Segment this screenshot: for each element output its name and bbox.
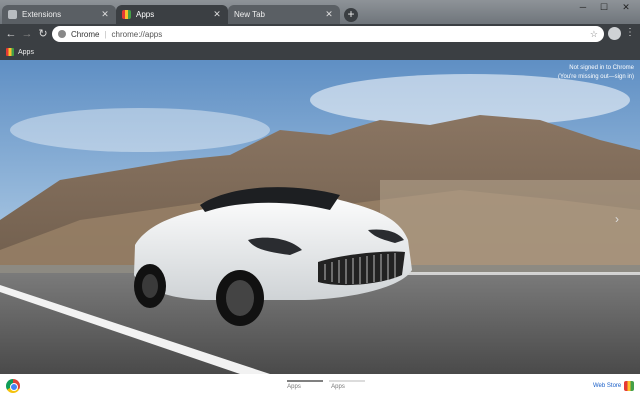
reload-button[interactable]: ↻ [36, 27, 50, 41]
chrome-site-icon [58, 30, 66, 38]
close-icon[interactable]: ✕ [324, 9, 334, 20]
signin-notice[interactable]: Not signed in to Chrome (You're missing … [558, 64, 634, 82]
bookmarks-bar: Apps [0, 44, 640, 60]
bookmark-apps[interactable]: Apps [18, 49, 34, 56]
url-text: chrome://apps [111, 29, 163, 39]
maximize-button[interactable]: ☐ [594, 0, 614, 14]
close-window-button[interactable]: ✕ [616, 0, 636, 14]
puzzle-icon [8, 10, 17, 19]
close-icon[interactable]: ✕ [100, 9, 110, 20]
tab-label: Extensions [22, 10, 62, 19]
site-label: Chrome [71, 29, 100, 39]
back-button[interactable]: ← [4, 27, 18, 41]
page-indicator-active[interactable] [287, 380, 323, 382]
chrome-logo-icon [6, 379, 20, 393]
minimize-button[interactable]: ─ [573, 0, 593, 14]
new-tab-button[interactable]: + [344, 8, 358, 22]
apps-icon [6, 48, 14, 56]
web-store-link[interactable]: Web Store [593, 383, 621, 389]
apps-page: Not signed in to Chrome (You're missing … [0, 60, 640, 374]
tab-extensions[interactable]: Extensions ✕ [2, 5, 116, 24]
tab-label: Apps [136, 10, 155, 19]
divider: | [104, 29, 107, 39]
page-label[interactable]: Apps [320, 384, 356, 390]
tab-apps[interactable]: Apps ✕ [116, 5, 228, 24]
signin-line2[interactable]: (You're missing out—sign in) [558, 73, 634, 82]
page-indicator-inactive[interactable] [329, 380, 365, 382]
kebab-menu-icon[interactable]: ⋮ [625, 27, 635, 38]
toolbar: ← → ↻ Chrome | chrome://apps ☆ ⋮ [0, 24, 640, 44]
tab-new-tab[interactable]: New Tab ✕ [228, 5, 340, 24]
apps-footer: Apps Apps Web Store [0, 374, 640, 400]
profile-icon[interactable] [608, 27, 621, 40]
web-store-icon[interactable] [624, 381, 634, 391]
background-photo [0, 60, 640, 374]
star-icon[interactable]: ☆ [590, 29, 598, 40]
apps-icon [122, 10, 131, 19]
address-bar[interactable]: Chrome | chrome://apps ☆ [52, 26, 604, 42]
forward-button[interactable]: → [20, 27, 34, 41]
close-icon[interactable]: ✕ [212, 9, 222, 20]
chevron-right-icon[interactable]: › [615, 212, 619, 226]
signin-line1: Not signed in to Chrome [569, 65, 634, 71]
page-label[interactable]: Apps [276, 384, 312, 390]
tab-strip: Extensions ✕ Apps ✕ New Tab ✕ + ─ ☐ ✕ [0, 0, 640, 24]
tab-label: New Tab [234, 10, 265, 19]
